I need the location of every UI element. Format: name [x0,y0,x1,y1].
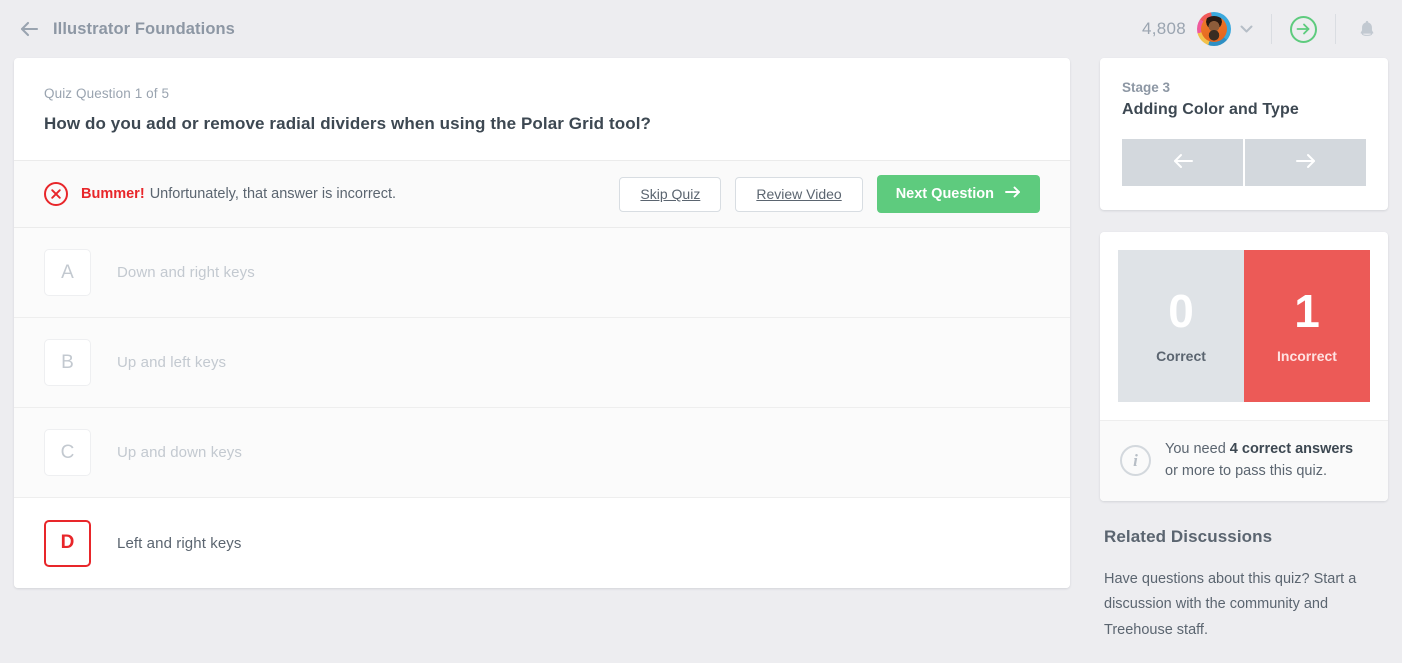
correct-label: Correct [1156,348,1206,364]
info-icon: i [1120,445,1151,476]
answer-label-d: Left and right keys [117,535,241,552]
feedback-headline: Bummer! [81,186,145,202]
answer-label-a: Down and right keys [117,264,255,281]
answer-label-b: Up and left keys [117,354,226,371]
back-arrow-icon[interactable] [18,18,40,40]
arrow-right-circle-icon[interactable] [1290,16,1317,43]
pass-prefix: You need [1165,441,1230,457]
stage-prev-button[interactable] [1122,139,1243,186]
quiz-card: Quiz Question 1 of 5 How do you add or r… [14,58,1070,588]
pass-emphasis: 4 correct answers [1230,441,1353,457]
review-video-button[interactable]: Review Video [735,177,862,212]
correct-count: 0 [1168,288,1194,334]
stage-number: Stage 3 [1122,80,1366,95]
quiz-actions: Skip Quiz Review Video Next Question [619,175,1040,213]
next-question-label: Next Question [896,186,994,202]
related-discussions: Related Discussions Have questions about… [1100,523,1388,644]
question-counter: Quiz Question 1 of 5 [44,86,1040,101]
page-layout: Quiz Question 1 of 5 How do you add or r… [0,58,1402,644]
feedback-bar: Bummer! Unfortunately, that answer is in… [14,160,1070,228]
bell-icon[interactable] [1354,16,1380,42]
score-card: 0 Correct 1 Incorrect i You need 4 corre… [1100,232,1388,501]
answer-key-a: A [44,249,91,296]
answer-option-c[interactable]: C Up and down keys [14,408,1070,498]
answer-key-d: D [44,520,91,567]
header-divider-1 [1271,14,1272,44]
question-header: Quiz Question 1 of 5 How do you add or r… [14,58,1070,160]
stage-nav [1122,139,1366,186]
answer-key-c: C [44,429,91,476]
app-header: Illustrator Foundations 4,808 [0,0,1402,58]
chevron-down-icon[interactable] [1240,23,1253,35]
course-title[interactable]: Illustrator Foundations [53,20,235,39]
header-left-group: Illustrator Foundations [18,18,235,40]
discussions-body: Have questions about this quiz? Start a … [1104,567,1384,644]
arrow-left-icon [1171,153,1195,172]
answer-label-c: Up and down keys [117,444,242,461]
answer-key-b: B [44,339,91,386]
stage-body: Stage 3 Adding Color and Type [1100,58,1388,210]
pass-suffix: or more to pass this quiz. [1165,463,1327,479]
incorrect-count: 1 [1294,288,1320,334]
feedback-detail: Unfortunately, that answer is incorrect. [150,186,396,202]
points-total: 4,808 [1142,19,1186,39]
feedback-message-group: Bummer! Unfortunately, that answer is in… [44,182,396,206]
next-question-button[interactable]: Next Question [877,175,1040,213]
skip-quiz-button[interactable]: Skip Quiz [619,177,721,212]
arrow-right-icon [1294,153,1318,172]
answer-option-b[interactable]: B Up and left keys [14,318,1070,408]
sidebar: Stage 3 Adding Color and Type [1100,58,1388,644]
score-incorrect: 1 Incorrect [1244,250,1370,402]
answer-list: A Down and right keys B Up and left keys… [14,228,1070,588]
stage-card: Stage 3 Adding Color and Type [1100,58,1388,210]
avatar-photo [1201,16,1227,42]
score-correct: 0 Correct [1118,250,1244,402]
stage-title: Adding Color and Type [1122,101,1366,119]
score-grid: 0 Correct 1 Incorrect [1100,232,1388,420]
avatar[interactable] [1197,12,1231,46]
discussions-title: Related Discussions [1104,527,1384,547]
pass-requirement: i You need 4 correct answers or more to … [1100,420,1388,501]
incorrect-label: Incorrect [1277,348,1337,364]
answer-option-a[interactable]: A Down and right keys [14,228,1070,318]
stage-next-button[interactable] [1245,139,1366,186]
header-right-group: 4,808 [1142,12,1380,46]
arrow-right-icon [1005,186,1021,202]
feedback-text: Bummer! Unfortunately, that answer is in… [81,186,396,202]
question-text: How do you add or remove radial dividers… [44,114,1040,134]
header-divider-2 [1335,14,1336,44]
answer-option-d[interactable]: D Left and right keys [14,498,1070,588]
pass-requirement-text: You need 4 correct answers or more to pa… [1165,439,1368,483]
x-circle-icon [44,182,68,206]
